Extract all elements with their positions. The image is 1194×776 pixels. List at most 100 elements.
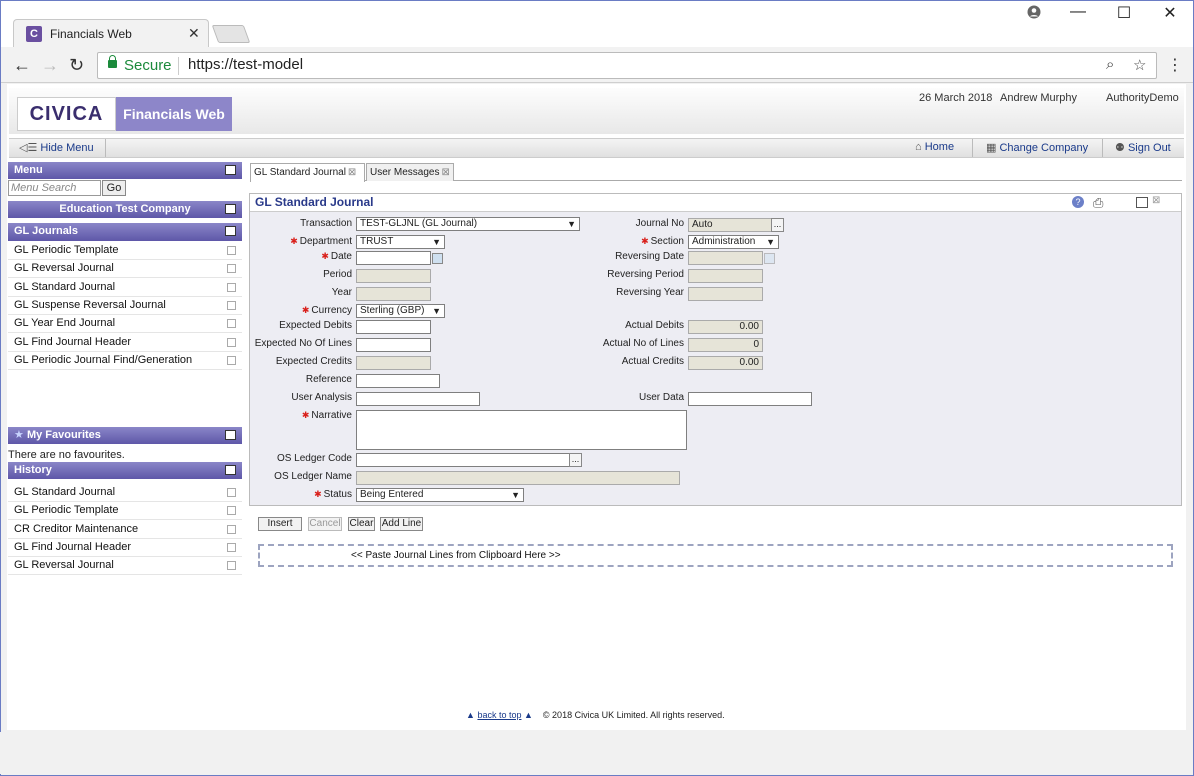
expected-lines-label: Expected No Of Lines xyxy=(254,338,352,349)
app-toolbar: ◁☰ Hide Menu ⌂ Home ▦ Change Company ⚉ S… xyxy=(9,138,1184,158)
date-input[interactable] xyxy=(356,251,431,265)
transaction-select[interactable]: TEST-GLJNL (GL Journal) ▼ xyxy=(356,217,580,231)
menu-item[interactable]: GL Suspense Reversal Journal xyxy=(8,296,242,315)
url-text[interactable]: https://test-model xyxy=(188,56,303,73)
menu-item[interactable]: GL Standard Journal xyxy=(8,278,242,297)
section-header-gl-journals[interactable]: GL Journals xyxy=(8,223,242,241)
currency-label-text: Currency xyxy=(311,305,352,316)
zoom-icon[interactable]: ⌕ xyxy=(1106,56,1114,73)
popout-icon[interactable] xyxy=(1136,197,1148,208)
open-in-new-icon[interactable] xyxy=(227,561,236,571)
sign-out-button[interactable]: ⚉ Sign Out xyxy=(1115,141,1171,154)
menu-item-label: GL Year End Journal xyxy=(14,317,116,330)
journal-no-label: Journal No xyxy=(635,218,684,229)
user-data-input[interactable] xyxy=(688,392,812,406)
narrative-textarea[interactable] xyxy=(356,410,687,450)
department-label: ✱ Department xyxy=(232,236,352,247)
reference-label: Reference xyxy=(305,374,352,385)
minimize-panel-icon[interactable] xyxy=(225,430,236,440)
clear-button[interactable]: Clear xyxy=(348,517,375,531)
menu-item[interactable]: GL Periodic Journal Find/Generation xyxy=(8,351,242,370)
add-line-button[interactable]: Add Line xyxy=(380,517,423,531)
history-item[interactable]: GL Periodic Template xyxy=(8,502,242,521)
history-item[interactable]: GL Find Journal Header xyxy=(8,538,242,557)
menu-search-input[interactable]: Menu Search xyxy=(8,180,101,196)
journal-no-lookup-button[interactable]: ... xyxy=(771,218,784,232)
history-item[interactable]: CR Creditor Maintenance xyxy=(8,520,242,539)
required-icon: ✱ xyxy=(314,489,322,499)
minimize-panel-icon[interactable] xyxy=(225,165,236,175)
profile-icon[interactable] xyxy=(1019,5,1049,24)
change-company-button[interactable]: ▦ Change Company xyxy=(986,141,1088,154)
tab-close-icon[interactable]: ⊠ xyxy=(441,167,449,178)
back-arrow-icon[interactable]: ← xyxy=(13,55,31,76)
tab-user-messages[interactable]: User Messages ⊠ xyxy=(366,163,454,181)
home-icon: ⌂ xyxy=(915,141,922,153)
user-analysis-input[interactable] xyxy=(356,392,480,406)
narrative-label-text: Narrative xyxy=(311,410,352,421)
period-label: Period xyxy=(323,269,352,280)
calendar-icon[interactable] xyxy=(432,253,443,264)
section-value: Administration xyxy=(692,236,756,247)
menu-item[interactable]: GL Find Journal Header xyxy=(8,333,242,352)
history-item[interactable]: GL Reversal Journal xyxy=(8,557,242,576)
menu-item[interactable]: GL Year End Journal xyxy=(8,315,242,334)
history-item[interactable]: GL Standard Journal xyxy=(8,484,242,502)
section-select[interactable]: Administration ▼ xyxy=(688,235,779,249)
open-in-new-icon[interactable] xyxy=(227,524,236,534)
home-button[interactable]: ⌂ Home xyxy=(915,141,954,153)
menu-header: Menu xyxy=(8,162,242,179)
maximize-icon[interactable]: ☐ xyxy=(1109,3,1139,23)
history-title: History xyxy=(14,464,52,476)
print-icon[interactable]: ⎙ xyxy=(1093,195,1103,211)
history-header: History xyxy=(8,462,242,479)
forward-arrow-icon[interactable]: → xyxy=(41,55,59,76)
chevron-down-icon: ▼ xyxy=(432,237,441,247)
minimize-icon[interactable]: — xyxy=(1063,3,1093,21)
browser-menu-icon[interactable]: ⋮ xyxy=(1167,55,1183,75)
currency-label: ✱ Currency xyxy=(232,305,352,316)
hide-menu-button[interactable]: ◁☰ Hide Menu xyxy=(19,141,94,154)
os-ledger-code-input[interactable] xyxy=(356,453,570,467)
paste-journal-lines-area[interactable]: << Paste Journal Lines from Clipboard He… xyxy=(258,544,1173,567)
currency-select[interactable]: Sterling (GBP) ▼ xyxy=(356,304,445,318)
reference-input[interactable] xyxy=(356,374,440,388)
back-to-top-link[interactable]: back to top xyxy=(477,710,521,720)
url-omnibox[interactable]: Secure https://test-model ⌕ ☆ xyxy=(97,52,1157,79)
insert-button[interactable]: Insert xyxy=(258,517,302,531)
help-icon[interactable]: ? xyxy=(1072,196,1084,208)
department-select[interactable]: TRUST ▼ xyxy=(356,235,445,249)
tab-close-icon[interactable]: ✕ xyxy=(188,25,200,42)
up-arrow-icon: ▲ xyxy=(466,710,475,720)
tab-close-icon[interactable]: ⊠ xyxy=(348,167,356,178)
minimize-panel-icon[interactable] xyxy=(225,204,236,214)
expected-lines-input[interactable] xyxy=(356,338,431,352)
menu-item-label: GL Reversal Journal xyxy=(14,262,114,275)
reversing-period-field xyxy=(688,269,763,283)
history-item-label: GL Find Journal Header xyxy=(14,540,131,553)
cancel-button[interactable]: Cancel xyxy=(308,517,342,531)
status-select[interactable]: Being Entered ▼ xyxy=(356,488,524,502)
new-tab-button[interactable] xyxy=(211,25,251,43)
close-window-icon[interactable]: ✕ xyxy=(1155,3,1185,23)
open-in-new-icon[interactable] xyxy=(227,542,236,552)
tab-gl-standard-journal[interactable]: GL Standard Journal ⊠ xyxy=(250,163,365,182)
reload-icon[interactable]: ↻ xyxy=(69,55,84,76)
reversing-period-label: Reversing Period xyxy=(607,269,684,280)
company-header: Education Test Company xyxy=(8,201,242,218)
os-ledger-lookup-button[interactable]: ... xyxy=(569,453,582,467)
section-label: ✱ Section xyxy=(564,236,684,247)
history-item-label: GL Periodic Template xyxy=(14,504,119,517)
expected-debits-input[interactable] xyxy=(356,320,431,334)
bookmark-star-icon[interactable]: ☆ xyxy=(1133,56,1146,74)
toolbar-divider xyxy=(972,139,973,157)
go-button[interactable]: Go xyxy=(102,180,126,196)
close-panel-icon[interactable]: ⊠ xyxy=(1152,195,1160,206)
transaction-value: TEST-GLJNL (GL Journal) xyxy=(360,218,478,229)
menu-item[interactable]: GL Periodic Template xyxy=(8,242,242,260)
browser-tab[interactable]: C Financials Web ✕ xyxy=(13,19,209,47)
required-icon: ✱ xyxy=(321,251,329,261)
menu-item[interactable]: GL Reversal Journal xyxy=(8,260,242,279)
open-in-new-icon[interactable] xyxy=(227,506,236,516)
up-arrow-icon: ▲ xyxy=(523,710,533,720)
